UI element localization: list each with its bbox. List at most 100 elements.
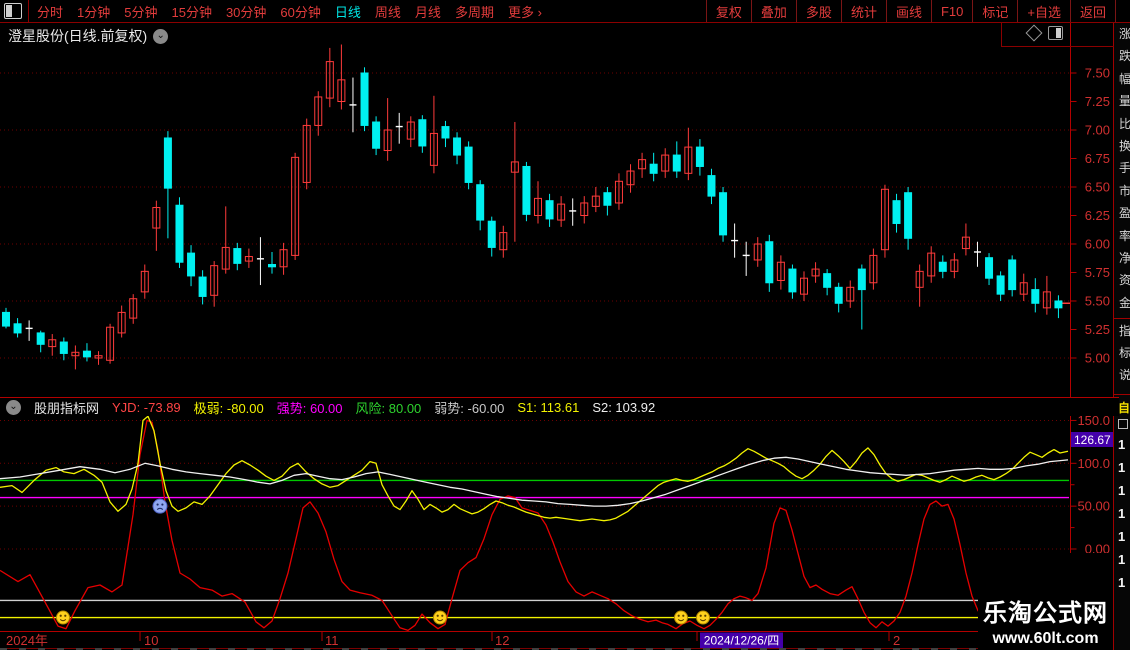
- action-button-多股[interactable]: 多股: [796, 0, 841, 22]
- layout-toggle-icon[interactable]: [4, 3, 22, 19]
- edge-strip-glyph: 说: [1119, 369, 1130, 381]
- time-axis-label: 2024年: [6, 633, 48, 648]
- period-tab-多周期[interactable]: 多周期: [455, 2, 494, 21]
- smiley-yellow-marker: [434, 611, 447, 624]
- candle-body: [1009, 260, 1016, 290]
- candle-body: [523, 166, 530, 214]
- edge-strip-number: 1: [1118, 529, 1125, 544]
- candle-body: [673, 155, 680, 171]
- time-axis-label: 11: [325, 633, 339, 648]
- candle-body: [454, 138, 461, 155]
- period-tab-15分钟[interactable]: 15分钟: [171, 2, 211, 21]
- diamond-icon[interactable]: [1026, 25, 1043, 42]
- edge-strip-glyph: 比: [1119, 118, 1130, 130]
- action-button-统计[interactable]: 统计: [841, 0, 886, 22]
- action-button-返回[interactable]: 返回: [1070, 0, 1116, 22]
- action-button-画线[interactable]: 画线: [886, 0, 931, 22]
- edge-strip-glyph: 幅: [1119, 73, 1130, 85]
- candle-body: [83, 351, 90, 357]
- title-row-icons: [1028, 26, 1063, 40]
- candle-body: [488, 221, 495, 247]
- toolbar: 分时 1分钟 5分钟 15分钟 30分钟 60分钟日线周线月线多周期更多 › 复权叠加多股…: [0, 0, 1130, 23]
- edge-strip-glyph: 净: [1119, 252, 1130, 264]
- indicator-header: ⌄ 股朋指标网 YJD: -73.89极弱: -80.00强势: 60.00风险…: [0, 397, 1119, 416]
- period-tab-60分钟[interactable]: 60分钟: [280, 2, 320, 21]
- period-tab-日线[interactable]: 日线: [335, 2, 361, 21]
- candle-body: [939, 262, 946, 271]
- edge-strip-number: 1: [1118, 460, 1125, 475]
- candle-body: [858, 269, 865, 290]
- indicator-field-强势: 强势: 60.00: [277, 398, 343, 417]
- indicator-field-YJD: YJD: -73.89: [112, 400, 181, 415]
- smiley-yellow-marker: [675, 611, 688, 624]
- period-tab-30分钟[interactable]: 30分钟: [226, 2, 266, 21]
- edge-strip-glyph: 率: [1119, 230, 1130, 242]
- edge-strip-glyph: 换: [1119, 140, 1130, 152]
- candle-body: [720, 193, 727, 235]
- candle-body: [442, 127, 449, 138]
- indicator-axis-label: 100.0: [1077, 456, 1110, 471]
- title-chevron-icon[interactable]: ⌄: [153, 29, 168, 44]
- edge-strip-divider: [1114, 394, 1130, 395]
- edge-strip-glyph: 标: [1119, 347, 1130, 359]
- candle-body: [269, 265, 276, 267]
- price-axis-label: 5.50: [1085, 294, 1110, 309]
- edge-strip-glyph: 市: [1119, 185, 1130, 197]
- edge-strip-icon: [1118, 419, 1128, 429]
- candle-body: [234, 249, 241, 264]
- period-tab-月线[interactable]: 月线: [415, 2, 441, 21]
- period-tab-5分钟[interactable]: 5分钟: [124, 2, 157, 21]
- candle-body: [14, 324, 21, 333]
- candle-body: [789, 269, 796, 292]
- stock-app-window: 分时 1分钟 5分钟 15分钟 30分钟 60分钟日线周线月线多周期更多 › 复权叠加多股…: [0, 0, 1130, 650]
- period-tab-周线[interactable]: 周线: [375, 2, 401, 21]
- candle-body: [199, 277, 206, 296]
- price-axis-label: 6.75: [1085, 151, 1110, 166]
- edge-strip-glyph: 金: [1119, 297, 1130, 309]
- candle-body: [708, 176, 715, 197]
- time-axis-label: 2: [893, 633, 900, 648]
- indicator-line-YJD: [0, 420, 1068, 630]
- indicator-chevron-icon[interactable]: ⌄: [6, 400, 21, 415]
- chart-canvas[interactable]: 7.507.257.006.756.506.256.005.755.505.25…: [0, 0, 1130, 650]
- candle-body: [188, 253, 195, 276]
- indicator-field-S1: S1: 113.61: [517, 400, 579, 415]
- edge-strip-number: 1: [1118, 483, 1125, 498]
- sad-blue-marker: [153, 499, 167, 513]
- candle-body: [835, 287, 842, 303]
- edge-strip-number: 1: [1118, 575, 1125, 590]
- split-pane-icon[interactable]: [1048, 26, 1063, 40]
- watermark: 乐淘公式网 www.60lt.com: [978, 553, 1113, 650]
- right-edge-strip[interactable]: 涨跌幅量比换手市盈率净资金指标说自1111111: [1113, 23, 1130, 650]
- price-axis-label: 7.00: [1085, 123, 1110, 138]
- period-tab-分时[interactable]: 分时: [37, 2, 63, 21]
- period-tab-更多[interactable]: 更多 ›: [508, 2, 542, 21]
- candle-body: [824, 274, 831, 288]
- page-title: 澄星股份(日线.前复权): [8, 26, 147, 46]
- action-button-F10[interactable]: F10: [931, 0, 972, 22]
- edge-strip-glyph: 手: [1119, 162, 1130, 174]
- candle-body: [986, 258, 993, 279]
- indicator-name: 股朋指标网: [34, 398, 99, 417]
- time-axis-label: 10: [144, 633, 158, 648]
- candle-body: [997, 276, 1004, 294]
- action-button-复权[interactable]: 复权: [706, 0, 751, 22]
- candle-body: [60, 342, 67, 353]
- candle-body: [3, 312, 10, 326]
- action-button-标记[interactable]: 标记: [972, 0, 1017, 22]
- action-button-叠加[interactable]: 叠加: [751, 0, 796, 22]
- candle-body: [696, 147, 703, 166]
- smiley-yellow-marker: [697, 611, 710, 624]
- candle-body: [893, 201, 900, 224]
- candle-body: [477, 185, 484, 220]
- candle-body: [419, 120, 426, 146]
- action-button-+自选[interactable]: +自选: [1017, 0, 1070, 22]
- price-axis-label: 5.00: [1085, 351, 1110, 366]
- candle-body: [176, 205, 183, 262]
- candle-body: [546, 201, 553, 219]
- time-axis-label: 12: [495, 633, 509, 648]
- candle-body: [164, 138, 171, 188]
- indicator-field-极弱: 极弱: -80.00: [194, 398, 264, 417]
- period-tab-1分钟[interactable]: 1分钟: [77, 2, 110, 21]
- candle-body: [465, 147, 472, 182]
